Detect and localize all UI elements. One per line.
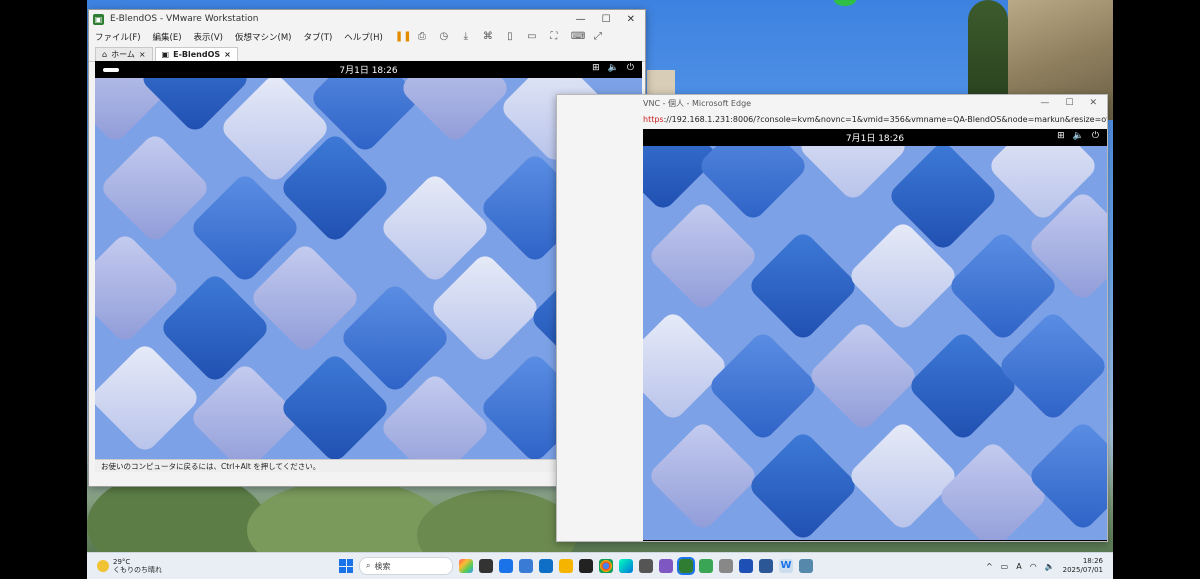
taskbar-center: ⌕ 検索 W	[339, 557, 813, 575]
power-icon[interactable]: ⏻	[627, 63, 634, 73]
vmware-titlebar[interactable]: ▣ E-BlendOS - VMware Workstation — ☐ ✕	[89, 10, 645, 28]
menu-tabs[interactable]: タブ(T)	[303, 31, 332, 43]
app-icon[interactable]	[739, 559, 753, 573]
close-button[interactable]: ✕	[627, 14, 635, 25]
tab-e-blendos[interactable]: ▣ E-BlendOS ×	[154, 47, 238, 61]
release-hint: お使いのコンピュータに戻るには、Ctrl+Alt を押してください。	[101, 461, 321, 471]
photos-icon[interactable]	[519, 559, 533, 573]
edge-minimize-button[interactable]: —	[1040, 98, 1049, 108]
guest-clock[interactable]: 7月1日 18:26	[339, 63, 397, 76]
vnc-guest-wallpaper	[643, 146, 1107, 540]
task-view-icon[interactable]	[479, 559, 493, 573]
vnc-guest-clock[interactable]: 7月1日 18:26	[846, 131, 904, 144]
tab-close-icon[interactable]: ×	[224, 50, 231, 59]
vmware-app-icon: ▣	[93, 13, 104, 25]
app-icon[interactable]	[699, 559, 713, 573]
vmware-tabbar: ⌂ ホーム × ▣ E-BlendOS ×	[89, 46, 645, 62]
app-icon[interactable]	[659, 559, 673, 573]
search-placeholder: 検索	[374, 561, 391, 571]
vnc-guest-topbar: 7月1日 18:26 ⊞ 🔈 ⏻	[643, 129, 1107, 146]
menu-edit[interactable]: 編集(E)	[153, 31, 182, 43]
wallpaper-tree	[968, 0, 1008, 95]
fullscreen-icon[interactable]: ⛶	[549, 32, 559, 42]
app-icon[interactable]	[719, 559, 733, 573]
clock-date: 2025/07/01	[1062, 566, 1103, 574]
power-icon[interactable]: ⏻	[1092, 131, 1099, 141]
send-keys-icon[interactable]: ⎙	[417, 32, 427, 42]
tab-close-icon[interactable]: ×	[139, 50, 146, 59]
tray-overflow-icon[interactable]: ^	[986, 562, 993, 571]
widgets-icon[interactable]	[499, 559, 513, 573]
snapshot-icon[interactable]: ◷	[439, 32, 449, 42]
network-icon[interactable]: ⊞	[1057, 131, 1065, 141]
search-icon: ⌕	[366, 561, 371, 570]
edge-title: VNC - 個人 - Microsoft Edge	[643, 98, 752, 108]
library-icon[interactable]: ▯	[505, 32, 515, 42]
edge-icon[interactable]	[619, 559, 633, 573]
taskbar-clock[interactable]: 18:26 2025/07/01	[1063, 557, 1103, 575]
taskbar-search[interactable]: ⌕ 検索	[359, 557, 453, 575]
terminal-icon[interactable]	[579, 559, 593, 573]
tray-app-icon[interactable]: ▭	[1001, 562, 1009, 571]
edge-address-bar[interactable]: https://192.168.1.231:8006/?console=kvm&…	[557, 111, 1107, 127]
menu-file[interactable]: ファイル(F)	[95, 31, 141, 43]
weather-widget[interactable]: 29°C くもりのち晴れ	[87, 558, 217, 574]
minimize-button[interactable]: —	[576, 14, 586, 25]
vmware-menubar: ファイル(F) 編集(E) 表示(V) 仮想マシン(M) タブ(T) ヘルプ(H…	[89, 28, 645, 46]
vmware-taskbar-icon[interactable]	[677, 557, 695, 575]
wifi-icon[interactable]: ◠	[1030, 562, 1037, 571]
menu-vm[interactable]: 仮想マシン(M)	[235, 31, 291, 43]
snapshot-manager-icon[interactable]: ⌘	[483, 32, 493, 42]
network-icon[interactable]: ⊞	[592, 63, 600, 73]
weather-icon	[97, 560, 109, 572]
vnc-console[interactable]: 7月1日 18:26 ⊞ 🔈 ⏻	[643, 129, 1107, 541]
store-icon[interactable]	[539, 559, 553, 573]
app-icon[interactable]	[799, 559, 813, 573]
green-indicator	[834, 0, 856, 6]
system-tray: ^ ▭ A ◠ 🔈 18:26 2025/07/01	[986, 557, 1113, 575]
ime-icon[interactable]: A	[1016, 562, 1021, 571]
home-icon: ⌂	[102, 50, 108, 59]
menu-help[interactable]: ヘルプ(H)	[344, 31, 383, 43]
vmware-title: E-BlendOS - VMware Workstation	[110, 14, 259, 24]
volume-icon[interactable]: 🔈	[608, 63, 619, 73]
url-text: ://192.168.1.231:8006/?console=kvm&novnc…	[663, 114, 1107, 124]
windows-taskbar: 29°C くもりのち晴れ ⌕ 検索 W ^ ▭ A ◠ 🔈 18:26 2025…	[87, 552, 1113, 579]
speaker-icon[interactable]: 🔈	[1045, 562, 1055, 571]
tab-e-blendos-label: E-BlendOS	[173, 50, 221, 59]
vm-icon: ▣	[161, 50, 170, 59]
start-button[interactable]	[339, 559, 353, 573]
tab-home-label: ホーム	[111, 50, 135, 59]
stretch-icon[interactable]: ⤢	[593, 32, 603, 42]
copilot-icon[interactable]	[459, 559, 473, 573]
edge-close-button[interactable]: ✕	[1089, 98, 1097, 108]
console-icon[interactable]: ⌨	[571, 32, 585, 42]
volume-icon[interactable]: 🔈	[1073, 131, 1084, 141]
weather-temp: 29°C	[113, 558, 131, 566]
edge-window[interactable]: VNC - 個人 - Microsoft Edge — ☐ ✕ https://…	[556, 94, 1108, 542]
weather-desc: くもりのち晴れ	[113, 566, 162, 574]
file-explorer-icon[interactable]	[559, 559, 573, 573]
maximize-button[interactable]: ☐	[602, 14, 611, 25]
thumbnail-icon[interactable]: ▭	[527, 32, 537, 42]
app-icon[interactable]	[639, 559, 653, 573]
tab-home[interactable]: ⌂ ホーム ×	[95, 47, 153, 61]
pause-icon[interactable]: ❚❚	[395, 32, 412, 42]
chrome-icon[interactable]	[599, 559, 613, 573]
url-protocol: https	[643, 114, 664, 124]
word-like-icon[interactable]: W	[779, 559, 793, 573]
edge-titlebar[interactable]: VNC - 個人 - Microsoft Edge — ☐ ✕	[557, 95, 1107, 111]
guest-topbar: 7月1日 18:26 ⊞ 🔈 ⏻	[95, 61, 642, 78]
activities-indicator[interactable]	[103, 68, 119, 72]
app-icon[interactable]	[759, 559, 773, 573]
revert-snapshot-icon[interactable]: ⤓	[461, 32, 471, 42]
edge-maximize-button[interactable]: ☐	[1065, 98, 1073, 108]
clock-time: 18:26	[1082, 557, 1103, 565]
menu-view[interactable]: 表示(V)	[194, 31, 223, 43]
